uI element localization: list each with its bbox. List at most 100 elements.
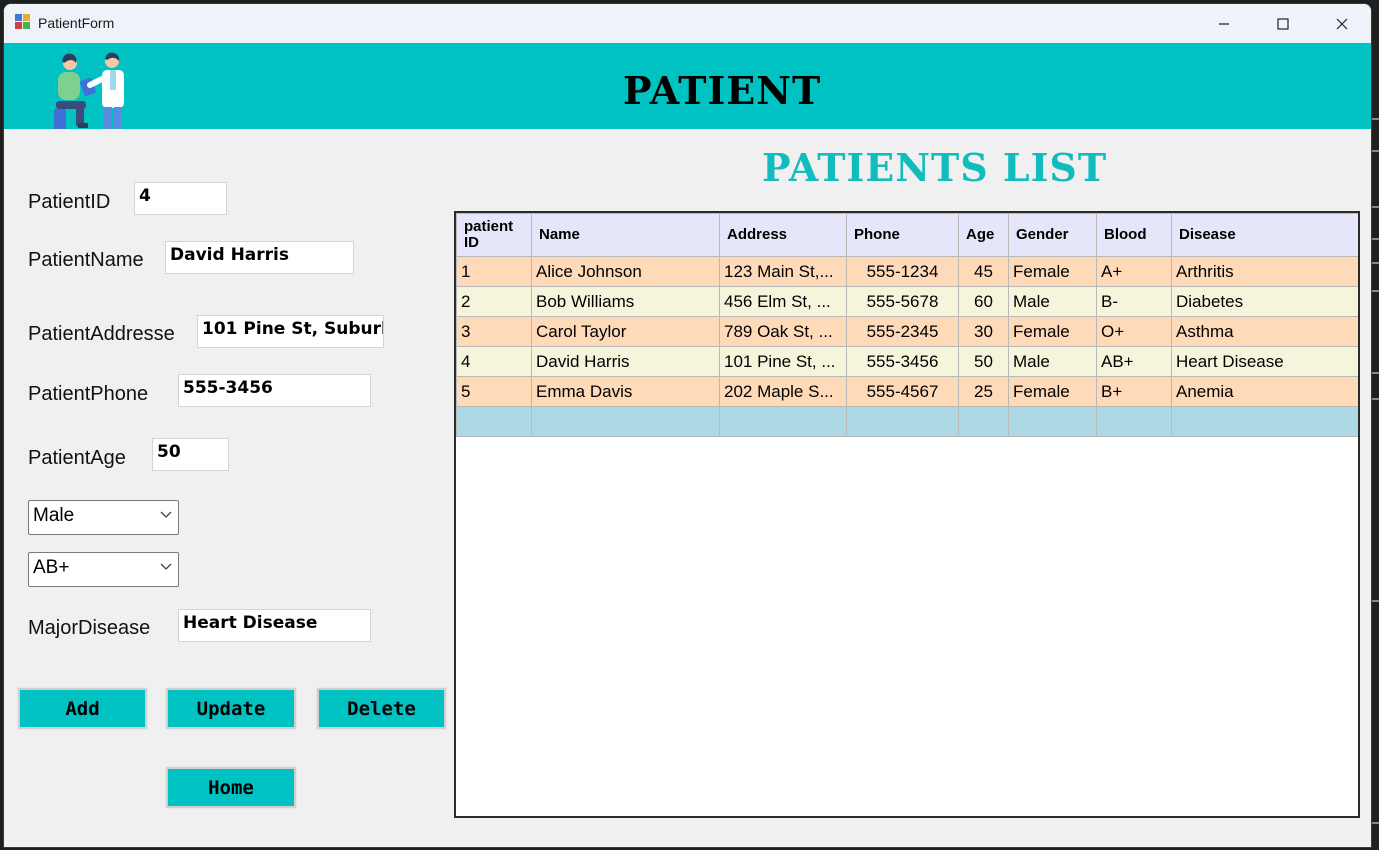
cell-id[interactable]: 4 <box>456 346 532 377</box>
cell-name[interactable]: Emma Davis <box>531 376 720 407</box>
patients-data-grid[interactable]: patient ID Name Address Phone Age Gender… <box>454 211 1360 818</box>
patient-phone-input[interactable]: 555-3456 <box>178 374 371 407</box>
add-button[interactable]: Add <box>18 688 147 729</box>
patient-name-input[interactable]: David Harris <box>165 241 354 274</box>
major-disease-input[interactable]: Heart Disease <box>178 609 371 642</box>
header-banner: PATIENT <box>4 43 1371 129</box>
column-header-address[interactable]: Address <box>719 213 847 257</box>
minimize-button[interactable] <box>1195 4 1253 43</box>
new-row-placeholder[interactable] <box>456 406 1358 437</box>
cell-blood[interactable]: A+ <box>1096 256 1172 287</box>
cell-phone[interactable]: 555-5678 <box>846 286 959 317</box>
patient-id-label: PatientID <box>28 191 111 213</box>
blood-group-select-value: AB+ <box>33 557 70 578</box>
table-row[interactable]: 1 Alice Johnson 123 Main St,... 555-1234… <box>456 256 1358 287</box>
cell-disease[interactable]: Arthritis <box>1171 256 1358 287</box>
column-header-phone[interactable]: Phone <box>846 213 959 257</box>
cell-id[interactable]: 1 <box>456 256 532 287</box>
cell-gender[interactable]: Female <box>1008 376 1097 407</box>
column-header-blood[interactable]: Blood <box>1096 213 1172 257</box>
cell-id[interactable]: 5 <box>456 376 532 407</box>
patient-address-input[interactable]: 101 Pine St, Suburb <box>197 315 384 348</box>
cell-blood[interactable]: AB+ <box>1096 346 1172 377</box>
table-row[interactable]: 2 Bob Williams 456 Elm St, ... 555-5678 … <box>456 286 1358 317</box>
cell-name[interactable]: David Harris <box>531 346 720 377</box>
cell-gender[interactable]: Male <box>1008 346 1097 377</box>
column-header-patient-id[interactable]: patient ID <box>456 213 532 257</box>
gender-select[interactable]: Male <box>28 500 179 535</box>
cell-address[interactable]: 789 Oak St, ... <box>719 316 847 347</box>
column-header-name[interactable]: Name <box>531 213 720 257</box>
cell-age[interactable]: 45 <box>958 256 1009 287</box>
cell-name[interactable]: Alice Johnson <box>531 256 720 287</box>
maximize-icon <box>1277 17 1289 30</box>
cell-phone[interactable]: 555-2345 <box>846 316 959 347</box>
cell-address[interactable]: 123 Main St,... <box>719 256 847 287</box>
new-row-cell[interactable] <box>1096 406 1172 437</box>
chevron-down-icon <box>160 563 172 570</box>
cell-age[interactable]: 50 <box>958 346 1009 377</box>
cell-gender[interactable]: Female <box>1008 256 1097 287</box>
patient-phone-label: PatientPhone <box>28 383 149 405</box>
new-row-cell[interactable] <box>958 406 1009 437</box>
cell-disease[interactable]: Heart Disease <box>1171 346 1358 377</box>
cell-disease[interactable]: Asthma <box>1171 316 1358 347</box>
close-icon <box>1336 18 1348 29</box>
new-row-cell[interactable] <box>1008 406 1097 437</box>
delete-button[interactable]: Delete <box>317 688 446 729</box>
cell-disease[interactable]: Anemia <box>1171 376 1358 407</box>
column-header-gender[interactable]: Gender <box>1008 213 1097 257</box>
cell-disease[interactable]: Diabetes <box>1171 286 1358 317</box>
cell-name[interactable]: Bob Williams <box>531 286 720 317</box>
cell-id[interactable]: 3 <box>456 316 532 347</box>
cell-id[interactable]: 2 <box>456 286 532 317</box>
table-row[interactable]: 5 Emma Davis 202 Maple S... 555-4567 25 … <box>456 376 1358 407</box>
patient-address-label: PatientAddresse <box>28 323 175 345</box>
cell-phone[interactable]: 555-4567 <box>846 376 959 407</box>
close-button[interactable] <box>1313 4 1371 43</box>
major-disease-label: MajorDisease <box>28 617 151 639</box>
cell-age[interactable]: 30 <box>958 316 1009 347</box>
table-row[interactable]: 3 Carol Taylor 789 Oak St, ... 555-2345 … <box>456 316 1358 347</box>
window-title: PatientForm <box>38 15 115 31</box>
column-header-disease[interactable]: Disease <box>1171 213 1358 257</box>
new-row-cell[interactable] <box>456 406 532 437</box>
update-button[interactable]: Update <box>166 688 296 729</box>
cell-gender[interactable]: Male <box>1008 286 1097 317</box>
chevron-down-icon <box>160 511 172 518</box>
page-title: PATIENT <box>623 68 822 113</box>
maximize-button[interactable] <box>1254 4 1312 43</box>
patient-id-input[interactable]: 4 <box>134 182 227 215</box>
table-row[interactable]: 4 David Harris 101 Pine St, ... 555-3456… <box>456 346 1358 377</box>
minimize-icon <box>1219 22 1229 25</box>
table-header-row: patient ID Name Address Phone Age Gender… <box>456 213 1358 257</box>
cell-blood[interactable]: B+ <box>1096 376 1172 407</box>
cell-phone[interactable]: 555-3456 <box>846 346 959 377</box>
app-icon <box>15 14 31 30</box>
desktop-background <box>1370 0 1379 850</box>
cell-age[interactable]: 60 <box>958 286 1009 317</box>
cell-age[interactable]: 25 <box>958 376 1009 407</box>
new-row-cell[interactable] <box>846 406 959 437</box>
cell-blood[interactable]: B- <box>1096 286 1172 317</box>
home-button[interactable]: Home <box>166 767 296 808</box>
new-row-cell[interactable] <box>719 406 847 437</box>
cell-phone[interactable]: 555-1234 <box>846 256 959 287</box>
cell-address[interactable]: 456 Elm St, ... <box>719 286 847 317</box>
blood-group-select[interactable]: AB+ <box>28 552 179 587</box>
title-bar[interactable]: PatientForm <box>4 4 1371 43</box>
cell-name[interactable]: Carol Taylor <box>531 316 720 347</box>
new-row-cell[interactable] <box>1171 406 1358 437</box>
patient-age-label: PatientAge <box>28 447 126 469</box>
cell-address[interactable]: 101 Pine St, ... <box>719 346 847 377</box>
cell-gender[interactable]: Female <box>1008 316 1097 347</box>
new-row-cell[interactable] <box>531 406 720 437</box>
column-header-age[interactable]: Age <box>958 213 1009 257</box>
gender-select-value: Male <box>33 505 75 526</box>
doctor-patient-illustration-icon <box>54 52 124 129</box>
patient-form-window: PatientForm PATIENT PatientID 4 PatientN… <box>4 4 1371 847</box>
patient-age-input[interactable]: 50 <box>152 438 229 471</box>
cell-address[interactable]: 202 Maple S... <box>719 376 847 407</box>
cell-blood[interactable]: O+ <box>1096 316 1172 347</box>
patient-name-label: PatientName <box>28 249 144 271</box>
